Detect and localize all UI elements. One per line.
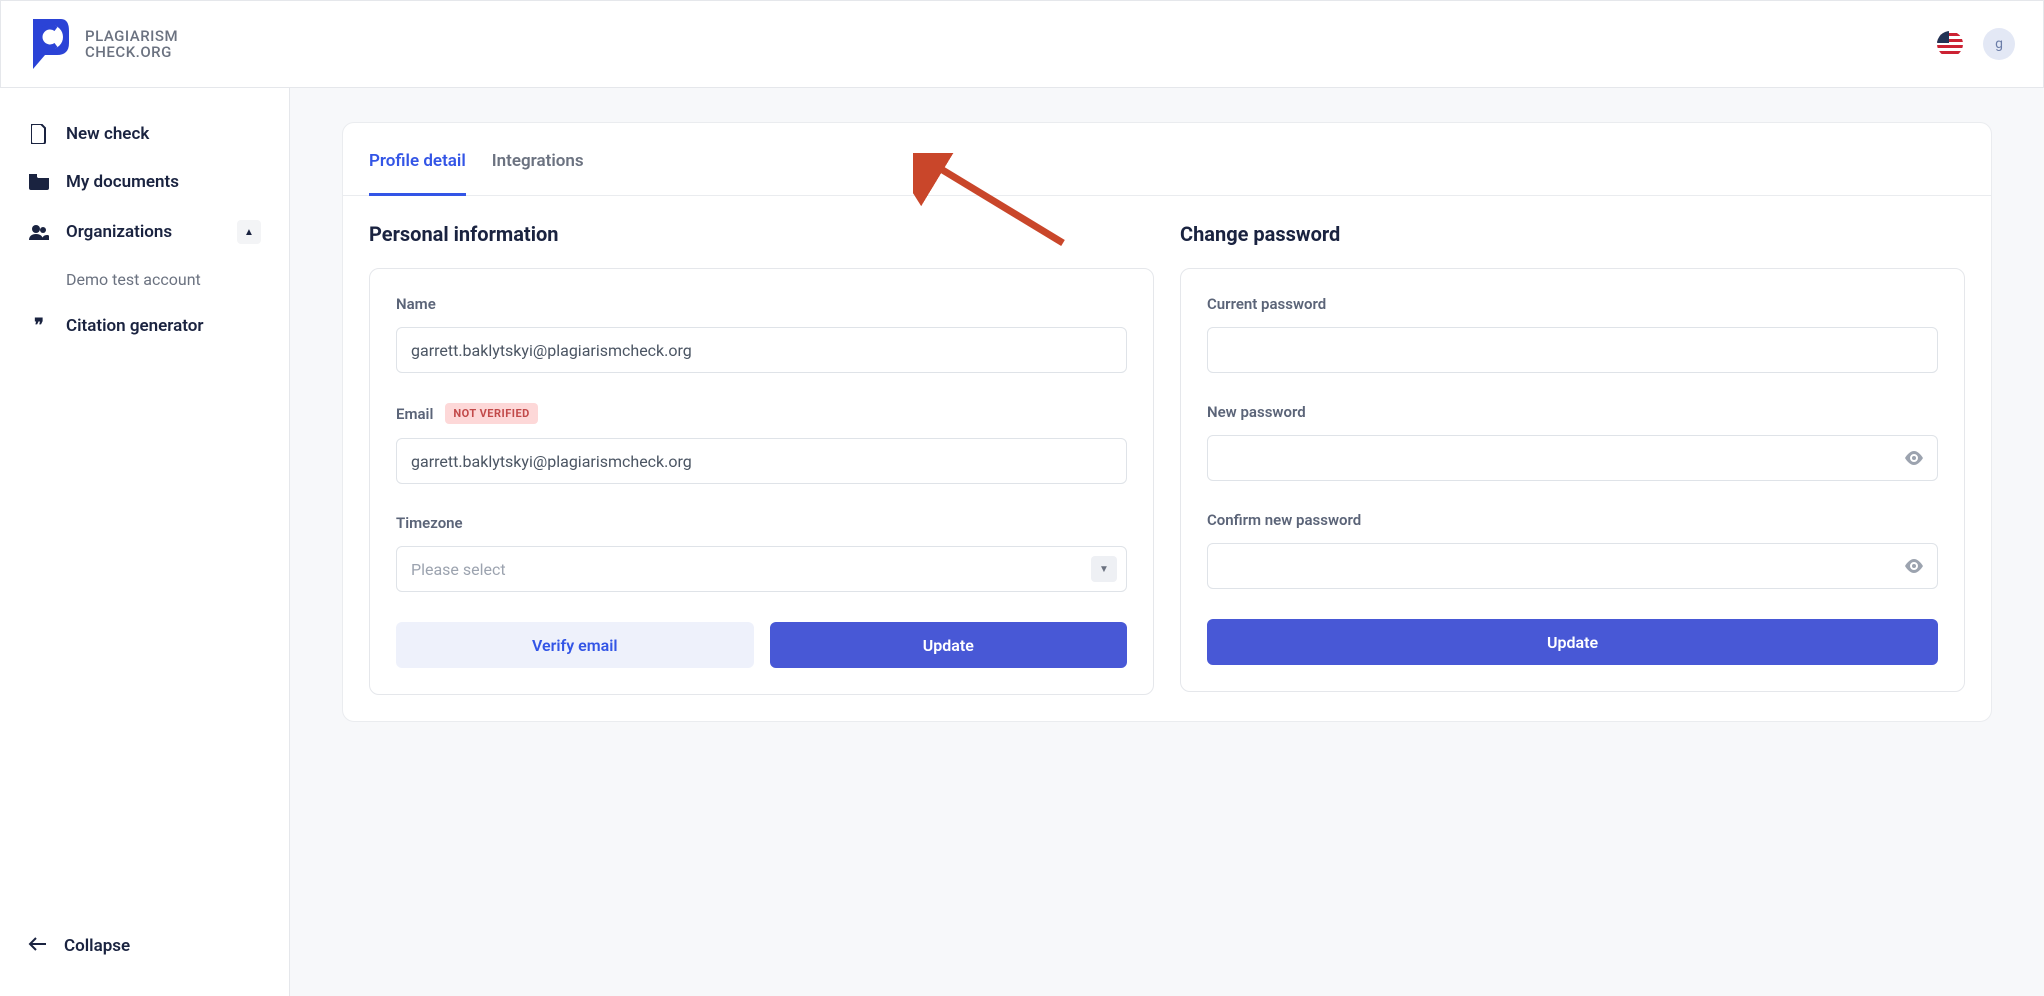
nav-org-sub-demo[interactable]: Demo test account [20, 260, 269, 299]
brand-logo[interactable]: PLAGIARISM CHECK.ORG [29, 17, 178, 71]
timezone-label: Timezone [396, 514, 1127, 532]
folder-icon [28, 174, 50, 190]
quotes-icon: ❞ [28, 315, 50, 336]
change-password-panel: Change password Current password New pas… [1180, 222, 1965, 695]
avatar-initial: g [1995, 36, 2003, 52]
eye-icon[interactable] [1904, 451, 1924, 465]
nav-new-check-label: New check [66, 124, 149, 144]
chevron-up-icon[interactable]: ▲ [237, 220, 261, 244]
document-icon [28, 124, 50, 144]
personal-info-title: Personal information [369, 222, 1154, 246]
brand-line1: PLAGIARISM [85, 28, 178, 45]
timezone-select[interactable]: Please select [396, 546, 1127, 592]
nav-citation-label: Citation generator [66, 316, 204, 336]
nav-my-documents[interactable]: My documents [20, 160, 269, 204]
logo-icon [29, 17, 73, 71]
current-password-input[interactable] [1207, 327, 1938, 373]
confirm-password-input[interactable] [1207, 543, 1938, 589]
personal-info-panel: Personal information Name Email NOT VERI… [369, 222, 1154, 695]
profile-card: Profile detail Integrations Personal inf [342, 122, 1992, 722]
email-label: Email [396, 405, 433, 423]
language-flag-icon[interactable] [1937, 31, 1963, 57]
arrow-left-icon [28, 936, 48, 956]
name-label: Name [396, 295, 1127, 313]
brand-line2: CHECK.ORG [85, 44, 178, 61]
change-password-title: Change password [1180, 222, 1965, 246]
new-password-input[interactable] [1207, 435, 1938, 481]
tab-profile-detail[interactable]: Profile detail [369, 123, 466, 195]
tab-integrations[interactable]: Integrations [492, 123, 584, 195]
tabs: Profile detail Integrations [343, 123, 1991, 196]
verify-email-button[interactable]: Verify email [396, 622, 754, 668]
nav-organizations[interactable]: Organizations ▲ [20, 208, 269, 256]
collapse-label: Collapse [64, 936, 130, 956]
name-input[interactable] [396, 327, 1127, 373]
main-content: Profile detail Integrations Personal inf [290, 88, 2044, 996]
collapse-sidebar[interactable]: Collapse [0, 920, 289, 972]
nav-citation-generator[interactable]: ❞ Citation generator [20, 303, 269, 348]
email-input[interactable] [396, 438, 1127, 484]
nav-organizations-label: Organizations [66, 222, 172, 242]
nav-new-check[interactable]: New check [20, 112, 269, 156]
update-password-button[interactable]: Update [1207, 619, 1938, 665]
new-password-label: New password [1207, 403, 1938, 421]
current-password-label: Current password [1207, 295, 1938, 313]
nav-org-sub-label: Demo test account [66, 270, 201, 289]
update-personal-button[interactable]: Update [770, 622, 1128, 668]
eye-icon[interactable] [1904, 559, 1924, 573]
email-not-verified-badge: NOT VERIFIED [445, 403, 537, 424]
users-icon [28, 224, 50, 240]
user-avatar[interactable]: g [1983, 28, 2015, 60]
nav-my-documents-label: My documents [66, 172, 179, 192]
confirm-password-label: Confirm new password [1207, 511, 1938, 529]
sidebar: New check My documents Organizations ▲ [0, 88, 290, 996]
header: PLAGIARISM CHECK.ORG g [0, 0, 2044, 88]
